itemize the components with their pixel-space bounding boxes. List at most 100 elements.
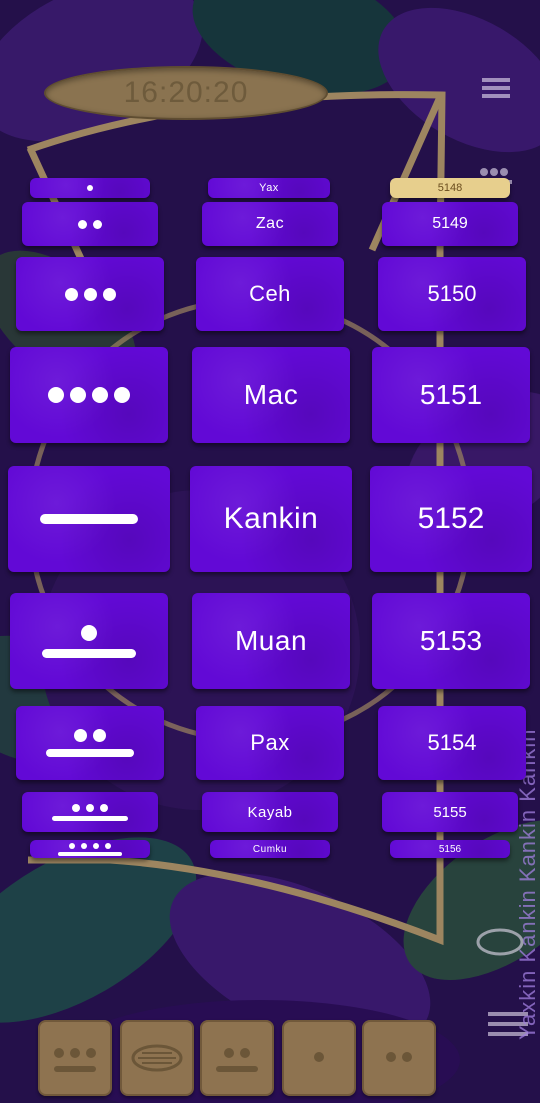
- glyph-dots: [71, 729, 109, 743]
- year-tile[interactable]: 5150: [378, 257, 526, 331]
- year-label: 5156: [438, 843, 462, 855]
- dot-icon: [314, 1052, 324, 1062]
- year-label: 5152: [417, 502, 485, 535]
- month-label: Zac: [255, 215, 285, 232]
- calendar-row: Zac 5149: [0, 202, 540, 246]
- dot-icon: [81, 842, 87, 849]
- month-label: Kankin: [223, 502, 319, 535]
- bar-icon: [40, 514, 138, 524]
- three-dots-one-bar-button[interactable]: [38, 1020, 112, 1096]
- year-tile[interactable]: 5156: [390, 840, 510, 858]
- shell-icon-button[interactable]: [120, 1020, 194, 1096]
- year-label: 5154: [427, 730, 477, 755]
- dot-icon: [83, 287, 97, 301]
- maya-number-glyph: [216, 1045, 258, 1072]
- glyph-dots: [84, 185, 96, 191]
- year-label: 5149: [432, 215, 468, 232]
- clock-time: 16:20:20: [123, 76, 249, 109]
- month-tile[interactable]: Zac: [202, 202, 338, 246]
- month-label: Pax: [250, 730, 290, 755]
- glyph-dots: [221, 1045, 253, 1063]
- year-tile[interactable]: 5151: [372, 347, 530, 443]
- month-label: Yax: [259, 182, 279, 194]
- maya-number-glyph: [58, 842, 122, 856]
- bar-icon: [216, 1065, 258, 1072]
- dot-icon: [74, 729, 87, 743]
- glyph-dots: [75, 219, 105, 229]
- dot-icon: [224, 1047, 234, 1058]
- maya-number-glyph: [51, 1045, 99, 1072]
- calendar-row: Ceh 5150: [0, 257, 540, 331]
- maya-number-glyph: [311, 1049, 327, 1067]
- day-number-tile[interactable]: [10, 593, 168, 689]
- shell-icon: [131, 1044, 183, 1072]
- month-tile[interactable]: Muan: [192, 593, 350, 689]
- maya-number-glyph: [383, 1049, 415, 1067]
- day-number-tile[interactable]: [22, 792, 158, 832]
- month-label: Mac: [243, 379, 299, 410]
- month-label: Ceh: [249, 281, 291, 306]
- day-number-tile[interactable]: [22, 202, 158, 246]
- year-tile[interactable]: 5155: [382, 792, 518, 832]
- calendar-row: Kayab 5155: [0, 792, 540, 832]
- dot-icon: [105, 842, 111, 849]
- year-tile[interactable]: 5153: [372, 593, 530, 689]
- month-tile[interactable]: Yax: [208, 178, 330, 198]
- year-label: 5151: [419, 379, 483, 410]
- maya-number-glyph: [52, 803, 128, 821]
- dot-icon: [100, 803, 108, 812]
- dot-icon: [93, 842, 99, 849]
- day-number-tile[interactable]: [10, 347, 168, 443]
- maya-number-glyph: [75, 219, 105, 229]
- glyph-dots: [78, 624, 100, 641]
- year-tile[interactable]: 5152: [370, 466, 532, 572]
- dot-icon: [70, 1047, 80, 1058]
- dot-icon: [93, 729, 106, 743]
- one-dot-button[interactable]: [282, 1020, 356, 1096]
- year-tile[interactable]: 5154: [378, 706, 526, 780]
- maya-number-glyph: [45, 387, 133, 403]
- year-tile[interactable]: 5149: [382, 202, 518, 246]
- day-number-tile[interactable]: [16, 257, 164, 331]
- bar-icon: [42, 648, 136, 658]
- maya-number-glyph: [84, 185, 96, 191]
- dot-icon: [402, 1052, 412, 1062]
- glyph-dots: [383, 1049, 415, 1067]
- glyph-dots: [69, 803, 111, 812]
- month-tile[interactable]: Kankin: [190, 466, 352, 572]
- dot-icon: [48, 387, 64, 403]
- maya-number-glyph: [62, 287, 119, 301]
- month-tile[interactable]: Cumku: [210, 840, 330, 858]
- dot-icon: [114, 387, 130, 403]
- glyph-dots: [311, 1049, 327, 1067]
- month-label: Muan: [234, 625, 308, 656]
- maya-number-glyph: [42, 624, 136, 658]
- month-tile[interactable]: Ceh: [196, 257, 344, 331]
- month-tile[interactable]: Kayab: [202, 792, 338, 832]
- two-dots-button[interactable]: [362, 1020, 436, 1096]
- dot-icon: [64, 287, 78, 301]
- glyph-dots: [66, 842, 114, 849]
- two-dots-one-bar-button[interactable]: [200, 1020, 274, 1096]
- clock-display: 16:20:20: [44, 66, 328, 120]
- bar-icon: [46, 748, 134, 757]
- dot-icon: [86, 1047, 96, 1058]
- dot-icon: [81, 624, 97, 641]
- month-tile[interactable]: Mac: [192, 347, 350, 443]
- day-number-tile[interactable]: [30, 178, 150, 198]
- day-number-tile[interactable]: [30, 840, 150, 858]
- day-number-tile[interactable]: [16, 706, 164, 780]
- month-label: Cumku: [252, 843, 288, 855]
- glyph-dots: [45, 387, 133, 403]
- calendar-row: Cumku 5156: [0, 840, 540, 858]
- bar-icon: [54, 1065, 96, 1072]
- calendar-row: Kankin 5152: [0, 466, 540, 572]
- dot-icon: [78, 219, 87, 229]
- month-tile[interactable]: Pax: [196, 706, 344, 780]
- day-number-tile[interactable]: [8, 466, 170, 572]
- calendar-row: Muan 5153: [0, 593, 540, 689]
- bar-icon: [52, 815, 128, 821]
- dot-icon: [93, 219, 102, 229]
- calendar-row: Mac 5151: [0, 347, 540, 443]
- year-tile[interactable]: 5148: [390, 178, 510, 198]
